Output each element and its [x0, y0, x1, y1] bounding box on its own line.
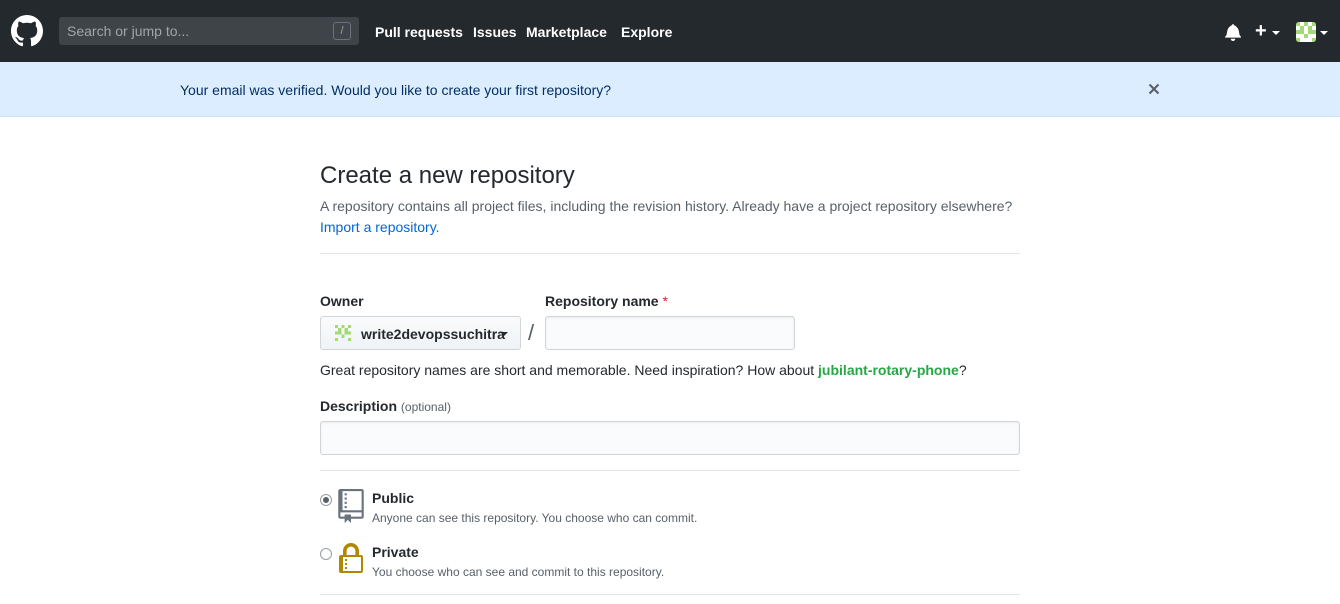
- search-shortcut-key: /: [333, 22, 351, 40]
- chevron-down-icon[interactable]: [1272, 31, 1280, 35]
- divider: [320, 594, 1020, 595]
- public-option-desc: Anyone can see this repository. You choo…: [372, 511, 698, 525]
- nav-issues[interactable]: Issues: [473, 24, 517, 40]
- private-option-title: Private: [372, 544, 419, 560]
- divider: [320, 470, 1020, 471]
- chevron-down-icon[interactable]: [1320, 31, 1328, 35]
- flash-message: Your email was verified. Would you like …: [180, 82, 612, 98]
- hint-suffix: ?: [958, 362, 967, 378]
- github-mark-icon[interactable]: [11, 15, 43, 47]
- description-label: Description (optional): [320, 398, 451, 414]
- divider: [320, 253, 1020, 254]
- owner-name: write2devopssuchitra: [361, 326, 505, 342]
- lock-icon: [339, 543, 363, 573]
- private-radio[interactable]: [320, 548, 332, 560]
- search-input[interactable]: Search or jump to... /: [59, 17, 359, 45]
- subtitle-text: A repository contains all project files,…: [320, 198, 1013, 214]
- private-option-desc: You choose who can see and commit to thi…: [372, 565, 665, 579]
- owner-select-button[interactable]: write2devopssuchitra: [320, 316, 521, 350]
- description-label-text: Description: [320, 398, 398, 414]
- public-option-title: Public: [372, 490, 415, 506]
- nav-marketplace[interactable]: Marketplace: [526, 24, 607, 40]
- repo-name-label-text: Repository name: [545, 293, 659, 309]
- import-repository-link[interactable]: Import a repository.: [320, 219, 440, 235]
- identicon-avatar: [335, 325, 351, 341]
- hint-prefix: Great repository names are short and mem…: [320, 362, 819, 378]
- search-placeholder: Search or jump to...: [67, 23, 190, 39]
- repository-name-input[interactable]: [545, 316, 795, 350]
- site-header: Search or jump to... / Pull requests Iss…: [0, 0, 1340, 62]
- page-title: Create a new repository: [320, 162, 575, 189]
- nav-pull-requests[interactable]: Pull requests: [375, 24, 463, 40]
- owner-label: Owner: [320, 293, 364, 309]
- chevron-down-icon: [500, 332, 508, 336]
- required-mark: *: [662, 293, 668, 309]
- nav-explore[interactable]: Explore: [621, 24, 672, 40]
- repo-icon: [338, 489, 364, 523]
- public-radio[interactable]: [320, 494, 332, 506]
- repo-name-hint: Great repository names are short and mem…: [320, 362, 967, 378]
- identicon-avatar[interactable]: [1296, 22, 1316, 42]
- bell-icon[interactable]: [1225, 23, 1241, 41]
- page-subtitle: A repository contains all project files,…: [320, 196, 1030, 238]
- owner-repo-separator: /: [528, 320, 535, 345]
- description-input[interactable]: [320, 421, 1020, 455]
- repo-name-label: Repository name *: [545, 293, 668, 309]
- optional-tag: (optional): [400, 400, 451, 414]
- close-icon[interactable]: [1146, 81, 1162, 97]
- plus-icon[interactable]: +: [1255, 21, 1267, 41]
- flash-notice: Your email was verified. Would you like …: [0, 62, 1340, 117]
- name-suggestion[interactable]: jubilant-rotary-phone: [818, 362, 959, 378]
